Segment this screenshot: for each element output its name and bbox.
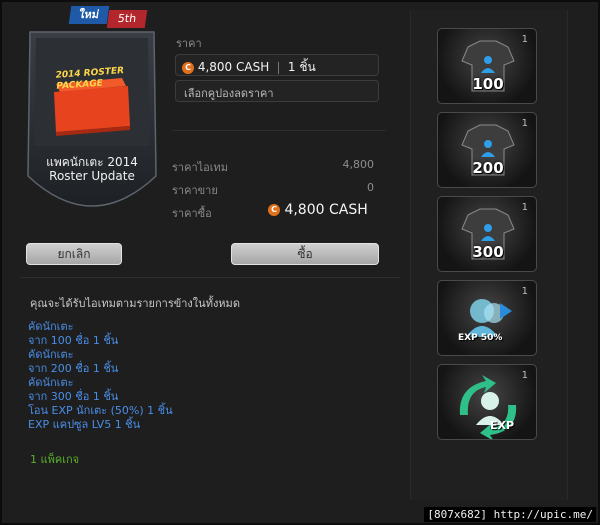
item-price-value: 4,800 [342, 158, 375, 171]
contents-list: คัดนักเตะ จาก 100 ชื่อ 1 ชิ้น คัดนักเตะ … [28, 320, 173, 432]
reward-quantity: 1 [521, 286, 528, 297]
sell-price-label: ราคาขาย [172, 184, 218, 197]
reward-label: 200 [472, 159, 504, 177]
list-item: จาก 100 ชื่อ 1 ชิ้น [28, 334, 119, 347]
buy-price-total: C 4,800 CASH [268, 202, 368, 218]
list-item: จาก 200 ชื่อ 1 ชิ้น [28, 362, 119, 375]
product-title-line2: Roster Update [49, 169, 135, 183]
price-quantity: 1 [287, 60, 296, 74]
reward-tile-100[interactable]: 1 100 [437, 28, 537, 104]
list-item: คัดนักเตะ [28, 348, 74, 361]
coupon-select[interactable]: เลือกคูปองลดราคา [175, 80, 379, 102]
list-item: คัดนักเตะ [28, 376, 74, 389]
edition-badge: 5th [106, 10, 148, 28]
reward-label: 100 [472, 75, 504, 93]
product-card-frame [27, 31, 157, 207]
reward-label: EXP [490, 419, 515, 432]
price-amount: 4,800 [197, 60, 233, 74]
product-title: แพคนักเตะ 2014 Roster Update [26, 155, 158, 183]
price-currency: CASH [236, 60, 270, 74]
cancel-button[interactable]: ยกเลิก [26, 243, 122, 265]
list-item: จาก 300 ชื่อ 1 ชิ้น [28, 390, 119, 403]
package-count: 1 แพ็คเกจ [30, 453, 80, 466]
section-divider [172, 130, 386, 131]
buy-price-label: ราคาซื้อ [172, 207, 212, 220]
reward-tile-exp-transfer[interactable]: 1 EXP 50% [437, 280, 537, 356]
price-selector[interactable]: C 4,800 CASH 1 ชิ้น [175, 54, 379, 76]
sell-price-value: 0 [367, 181, 374, 194]
reward-tile-300[interactable]: 1 300 [437, 196, 537, 272]
watermark-text: [807x682] http://upic.me/ [424, 507, 596, 522]
cash-coin-icon: C [182, 61, 194, 74]
price-label: ราคา [176, 37, 202, 50]
reward-quantity: 1 [521, 370, 528, 381]
reward-quantity: 1 [521, 34, 528, 45]
cash-coin-icon: C [268, 204, 280, 216]
reward-tile-exp-capsule[interactable]: 1 EXP [437, 364, 537, 440]
list-item: คัดนักเตะ [28, 320, 74, 333]
new-badge: ใหม่ [68, 6, 110, 24]
reward-tile-200[interactable]: 1 200 [437, 112, 537, 188]
reward-quantity: 1 [521, 118, 528, 129]
reward-label: 300 [472, 243, 504, 261]
product-title-line1: แพคนักเตะ 2014 [46, 155, 138, 169]
buy-button[interactable]: ซื้อ [231, 243, 379, 265]
content-divider [20, 277, 400, 278]
list-item: โอน EXP นักเตะ (50%) 1 ชิ้น [28, 404, 173, 417]
contents-intro: คุณจะได้รับไอเทมตามรายการข้างในทั้งหมด [30, 297, 240, 310]
item-price-label: ราคาไอเทม [172, 161, 229, 174]
product-card [26, 26, 158, 222]
buy-price-currency: CASH [329, 202, 368, 218]
reward-label: EXP 50% [458, 333, 503, 343]
reward-quantity: 1 [521, 202, 528, 213]
price-unit: ชิ้น [299, 60, 316, 74]
list-item: EXP แคปซูล LV5 1 ชิ้น [28, 418, 141, 431]
buy-price-amount: 4,800 [284, 202, 325, 218]
price-divider [278, 61, 280, 74]
